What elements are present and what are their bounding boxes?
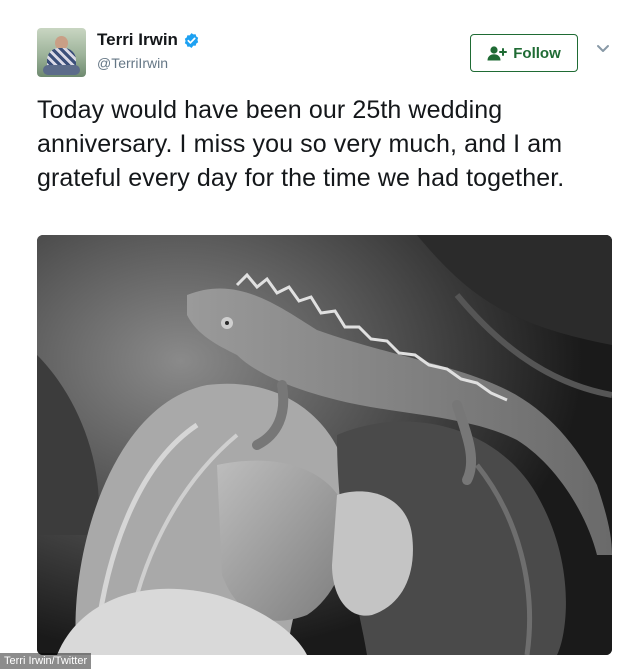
- follow-person-icon: [487, 46, 508, 61]
- image-credit: Terri Irwin/Twitter: [0, 653, 92, 669]
- handle[interactable]: @TerriIrwin: [97, 55, 168, 71]
- tweet-photo[interactable]: [37, 235, 612, 655]
- follow-button-label: Follow: [513, 44, 561, 62]
- display-name[interactable]: Terri Irwin: [97, 30, 178, 50]
- avatar[interactable]: [37, 28, 86, 77]
- tweet-text: Today would have been our 25th wedding a…: [37, 96, 565, 192]
- photo-illustration: [37, 235, 612, 655]
- chevron-down-icon[interactable]: [596, 44, 610, 54]
- avatar-legs: [43, 65, 80, 75]
- author-name-row[interactable]: Terri Irwin: [97, 30, 200, 50]
- follow-button[interactable]: Follow: [470, 34, 578, 72]
- verified-icon: [184, 32, 199, 48]
